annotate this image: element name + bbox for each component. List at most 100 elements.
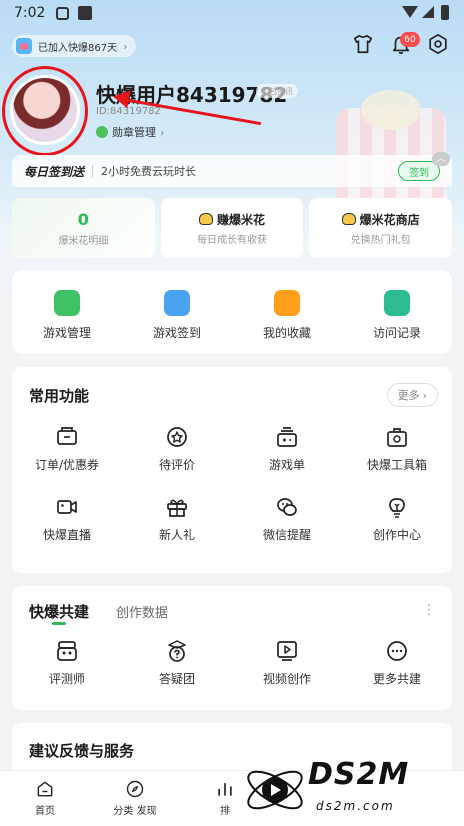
settings-icon[interactable]	[427, 33, 449, 55]
shirt-icon[interactable]	[352, 33, 374, 55]
status-time: 7:02	[14, 5, 46, 21]
joined-days-label: 已加入快爆867天	[38, 42, 118, 54]
bookmark-icon	[384, 290, 410, 316]
battery-icon	[441, 5, 449, 20]
quick-item-favorites[interactable]: 我的收藏	[232, 270, 342, 354]
signal-icon	[422, 6, 434, 18]
kebab-menu-icon[interactable]: ⋮	[422, 602, 436, 618]
calendar-heart-icon	[16, 38, 32, 54]
common-functions-grid: 订单/优惠券 待评价 游戏单 快爆工具箱 快爆直播 新人礼 微信提醒 创作中心	[12, 425, 452, 543]
quick-item-label: 游戏管理	[42, 326, 91, 340]
co-build-grid: 评测师 答疑团 视频创作 更多共建	[12, 639, 452, 687]
function-newcomer-gift[interactable]: 新人礼	[122, 495, 232, 543]
app-notification-icon	[78, 6, 92, 20]
nav-label: 首页	[35, 806, 55, 817]
popcorn-icon	[199, 213, 213, 225]
common-functions-title: 常用功能	[29, 387, 90, 405]
function-creator-center[interactable]: 创作中心	[342, 495, 452, 543]
lightbulb-icon	[389, 498, 405, 518]
daily-sign-title: 每日签到送	[24, 164, 85, 179]
tab-creation-data[interactable]: 创作数据	[116, 602, 168, 621]
popcorn-shop-sub: 兑换热门礼包	[350, 234, 411, 246]
nav-label: 分类 发现	[113, 806, 157, 817]
user-tag: 礼包资讯	[256, 84, 298, 98]
home-icon	[37, 781, 53, 797]
function-label: 新人礼	[158, 528, 195, 542]
nav-discover[interactable]: 分类 发现	[90, 771, 180, 826]
daily-sign-desc: 2小时免费云玩时长	[101, 165, 197, 178]
status-bar: 7:02	[0, 0, 464, 28]
more-circle-icon	[387, 641, 407, 661]
function-wechat-reminder[interactable]: 微信提醒	[232, 495, 342, 543]
function-pending-review[interactable]: 待评价	[122, 425, 232, 473]
function-label: 游戏单	[268, 458, 305, 472]
question-icon	[168, 640, 186, 662]
nav-home[interactable]: 首页	[0, 771, 90, 826]
build-label: 答疑团	[158, 672, 195, 686]
function-game-list[interactable]: 游戏单	[232, 425, 342, 473]
popcorn-shop-title: 爆米花商店	[359, 212, 420, 227]
gamepad-icon	[54, 290, 80, 316]
shop-icon	[341, 213, 356, 225]
function-label: 微信提醒	[262, 528, 311, 542]
gift-icon	[167, 499, 187, 517]
build-video-creation[interactable]: 视频创作	[232, 639, 342, 687]
medal-label: 勋章管理	[112, 126, 156, 139]
common-functions-card: 常用功能 更多 › 订单/优惠券 待评价 游戏单 快爆工具箱 快爆直播 新人礼	[12, 367, 452, 573]
build-more[interactable]: 更多共建	[342, 639, 452, 687]
reviewer-icon	[57, 641, 77, 661]
co-build-card: 快爆共建 创作数据 ⋮ 评测师 答疑团 视频创作 更多共建	[12, 586, 452, 710]
popcorn-detail-label: 爆米花明细	[58, 235, 109, 247]
tab-indicator	[52, 622, 66, 625]
vpn-icon	[56, 7, 69, 20]
medal-management[interactable]: 勋章管理 ›	[96, 124, 164, 140]
annotation-arrow-head	[111, 87, 131, 109]
notification-badge: 60	[400, 32, 420, 47]
joined-days-pill[interactable]: 已加入快爆867天 ›	[12, 35, 136, 57]
star-badge-icon	[274, 290, 300, 316]
collapse-icon[interactable]: ︿	[432, 152, 450, 166]
more-button[interactable]: 更多 ›	[386, 383, 438, 407]
build-qa-team[interactable]: 答疑团	[122, 639, 232, 687]
function-label: 快爆工具箱	[366, 458, 427, 472]
game-list-icon	[277, 427, 297, 447]
toolbox-icon	[387, 428, 407, 447]
wifi-icon	[402, 6, 418, 18]
earn-popcorn-sub: 每日成长有收获	[197, 234, 267, 246]
bottom-nav: 首页 分类 发现 排	[0, 770, 464, 826]
rank-icon	[218, 783, 232, 796]
function-label: 待评价	[158, 458, 195, 472]
chevron-right-icon: ›	[422, 388, 427, 402]
quick-item-history[interactable]: 访问记录	[342, 270, 452, 354]
function-label: 创作中心	[372, 528, 421, 542]
quick-item-game-sign[interactable]: 游戏签到	[122, 270, 232, 354]
quick-item-game-manage[interactable]: 游戏管理	[12, 270, 122, 354]
compass-icon	[126, 780, 144, 798]
quick-item-label: 访问记录	[372, 326, 421, 340]
star-circle-icon	[167, 427, 187, 447]
daily-sign-banner[interactable]: 每日签到送 2小时免费云玩时长 签到	[12, 155, 452, 187]
build-reviewer[interactable]: 评测师	[12, 639, 122, 687]
calendar-check-icon	[164, 290, 190, 316]
popcorn-shop-card[interactable]: 爆米花商店 兑换热门礼包	[309, 198, 453, 258]
chevron-right-icon: ›	[123, 39, 128, 53]
popcorn-count: 0	[77, 209, 89, 229]
earn-popcorn-title-row: 赚爆米花	[199, 211, 265, 228]
tab-co-build[interactable]: 快爆共建	[29, 601, 89, 622]
build-label: 视频创作	[262, 672, 311, 686]
function-toolbox[interactable]: 快爆工具箱	[342, 425, 452, 473]
quick-item-label: 我的收藏	[262, 326, 311, 340]
popcorn-shop-title-row: 爆米花商店	[341, 211, 420, 228]
coupon-icon	[57, 427, 77, 445]
play-square-icon	[277, 641, 297, 661]
earn-popcorn-card[interactable]: 赚爆米花 每日成长有收获	[160, 198, 304, 258]
user-id: ID:84319782	[96, 106, 161, 117]
popcorn-detail-card[interactable]: 0 爆米花明细	[12, 198, 155, 258]
nav-label: 排	[220, 806, 230, 817]
function-label: 快爆直播	[42, 528, 91, 542]
function-live[interactable]: 快爆直播	[12, 495, 122, 543]
divider	[92, 165, 94, 177]
function-orders[interactable]: 订单/优惠券	[12, 425, 122, 473]
nav-rank[interactable]: 排	[180, 771, 270, 826]
function-label: 订单/优惠券	[34, 458, 100, 472]
